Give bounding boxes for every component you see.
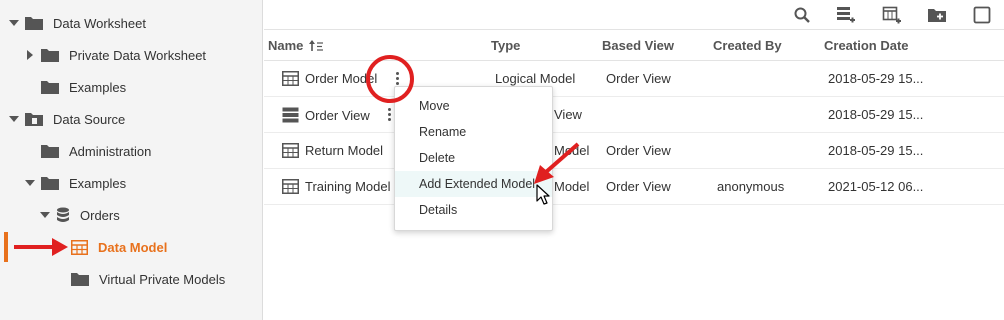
- column-header-type[interactable]: Type: [491, 38, 520, 53]
- row-type-fragment: View: [554, 107, 582, 122]
- select-all-checkbox[interactable]: [971, 4, 993, 26]
- row-creation-date: 2018-05-29 15...: [828, 71, 924, 86]
- caret-right-icon[interactable]: [25, 50, 35, 60]
- caret-down-icon[interactable]: [9, 114, 19, 124]
- row-name-label: Order View: [305, 107, 370, 123]
- tree-item-label: Examples: [69, 79, 127, 95]
- tree-item-label: Data Worksheet: [53, 15, 146, 31]
- annotation-arrow: [534, 142, 580, 184]
- tree-item-examples-source[interactable]: Examples: [25, 171, 126, 195]
- new-folder-icon[interactable]: [926, 4, 948, 26]
- table-row[interactable]: Order View View 2018-05-29 15...: [264, 97, 1004, 133]
- column-header-creation-date[interactable]: Creation Date: [824, 38, 909, 53]
- row-name[interactable]: Return Model: [282, 143, 383, 158]
- row-type: Logical Model: [495, 71, 576, 86]
- menu-item-delete[interactable]: Delete: [395, 145, 552, 171]
- tree-item-data-source[interactable]: Data Source: [9, 107, 125, 131]
- folder-icon: [25, 16, 43, 30]
- caret-down-icon[interactable]: [25, 178, 35, 188]
- column-header-based-view[interactable]: Based View: [602, 38, 674, 53]
- tree-item-label: Data Source: [53, 111, 126, 127]
- column-header-label: Name: [268, 38, 304, 53]
- table-row[interactable]: Return Model Model Order View 2018-05-29…: [264, 133, 1004, 169]
- mouse-cursor-icon: [536, 184, 550, 205]
- caret-down-icon[interactable]: [40, 210, 50, 220]
- row-based-view: Order View: [606, 143, 671, 158]
- menu-item-rename[interactable]: Rename: [395, 119, 552, 145]
- annotation-circle: [366, 55, 414, 103]
- row-creation-date: 2018-05-29 15...: [828, 107, 924, 122]
- new-model-icon[interactable]: [881, 4, 903, 26]
- model-icon: [282, 179, 299, 194]
- folder-icon: [41, 176, 59, 190]
- view-icon: [282, 107, 299, 123]
- folder-icon: [71, 272, 89, 286]
- datasource-folder-icon: [25, 112, 43, 126]
- active-indicator: [4, 232, 8, 262]
- folder-icon: [41, 80, 59, 94]
- row-creation-date: 2021-05-12 06...: [828, 179, 924, 194]
- column-header-name[interactable]: Name: [268, 38, 324, 53]
- tree-item-examples-worksheet[interactable]: Examples: [41, 75, 126, 99]
- row-name[interactable]: Order View: [282, 107, 370, 123]
- tree-item-label: Administration: [69, 143, 152, 159]
- folder-icon: [41, 48, 59, 62]
- new-worksheet-icon[interactable]: [835, 4, 857, 26]
- tree-item-administration[interactable]: Administration: [41, 139, 151, 163]
- sidebar: Data Worksheet Private Data Worksheet Ex…: [0, 0, 263, 320]
- tree-item-private-data-worksheet[interactable]: Private Data Worksheet: [25, 43, 206, 67]
- row-name-label: Training Model: [305, 179, 391, 194]
- annotation-arrow: [14, 238, 68, 256]
- column-header-created-by[interactable]: Created By: [713, 38, 782, 53]
- tree-item-label: Data Model: [98, 239, 168, 255]
- row-name-label: Return Model: [305, 143, 384, 158]
- tree-item-data-worksheet[interactable]: Data Worksheet: [9, 11, 146, 35]
- folder-icon: [41, 144, 59, 158]
- tree-item-label: Virtual Private Models: [99, 271, 226, 287]
- model-icon: [282, 143, 299, 158]
- database-icon: [56, 207, 70, 223]
- model-icon: [282, 71, 299, 86]
- row-based-view: Order View: [606, 71, 671, 86]
- tree-item-label: Examples: [69, 175, 127, 191]
- data-model-icon: [71, 239, 88, 255]
- row-based-view: Order View: [606, 179, 671, 194]
- row-created-by: anonymous: [717, 179, 785, 194]
- row-more-icon[interactable]: [388, 108, 391, 121]
- menu-item-move[interactable]: Move: [395, 93, 552, 119]
- caret-down-icon[interactable]: [9, 18, 19, 28]
- toolbar: [264, 0, 1004, 30]
- tree-item-orders[interactable]: Orders: [40, 203, 120, 227]
- tree-item-label: Orders: [80, 207, 120, 223]
- tree-item-virtual-private-models[interactable]: Virtual Private Models: [71, 267, 225, 291]
- row-name[interactable]: Order Model: [282, 71, 377, 86]
- table-row[interactable]: Training Model Model Order View anonymou…: [264, 169, 1004, 205]
- row-creation-date: 2018-05-29 15...: [828, 143, 924, 158]
- tree-item-data-model[interactable]: Data Model: [71, 235, 167, 259]
- menu-item-details[interactable]: Details: [395, 197, 552, 223]
- search-icon[interactable]: [791, 4, 813, 26]
- menu-item-add-extended-model[interactable]: Add Extended Model: [395, 171, 552, 197]
- tree-item-label: Private Data Worksheet: [69, 47, 207, 63]
- row-name[interactable]: Training Model: [282, 179, 391, 194]
- sort-icon[interactable]: [309, 39, 324, 52]
